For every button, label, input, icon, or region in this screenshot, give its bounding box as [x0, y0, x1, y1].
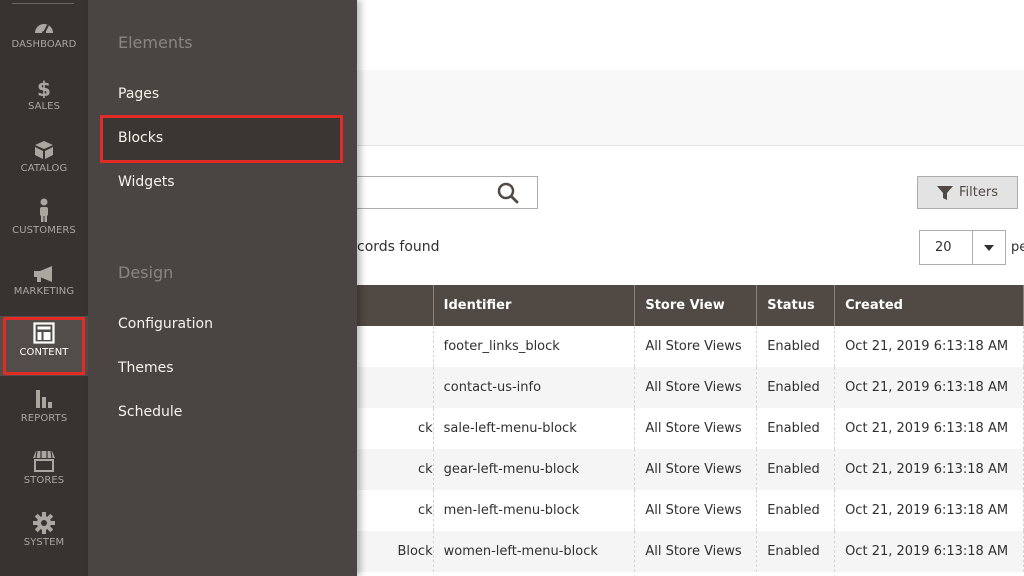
cell-store-view: All Store Views	[634, 531, 758, 572]
cell-created: Oct 21, 2019 6:13:18 AM	[834, 326, 1024, 367]
search-icon[interactable]	[494, 180, 522, 206]
column-header-identifier[interactable]: Identifier	[432, 285, 636, 326]
cell-title	[355, 367, 434, 408]
cell-store-view: All Store Views	[634, 408, 758, 449]
nav-label: DASHBOARD	[11, 39, 77, 50]
nav-label: CATALOG	[20, 163, 68, 174]
nav-item-dashboard[interactable]: DASHBOARD	[0, 18, 88, 74]
cell-status: Enabled	[756, 531, 836, 572]
cell-status: Enabled	[756, 326, 836, 367]
cell-identifier: sale-left-menu-block	[432, 408, 636, 449]
table-row[interactable]: Block women-left-menu-block All Store Vi…	[355, 531, 1024, 572]
cell-status: Enabled	[756, 367, 836, 408]
cell-identifier: contact-us-info	[432, 367, 636, 408]
nav-label: CUSTOMERS	[12, 225, 76, 236]
nav-label: SYSTEM	[23, 537, 65, 548]
filters-button[interactable]: Filters	[917, 176, 1018, 209]
submenu-item-themes[interactable]: Themes	[118, 360, 174, 376]
content-submenu: Elements Pages Blocks Widgets Design Con…	[88, 0, 357, 576]
megaphone-icon	[34, 266, 52, 282]
cell-title: ck	[355, 408, 434, 449]
nav-item-marketing[interactable]: MARKETING	[0, 265, 88, 321]
submenu-item-pages[interactable]: Pages	[118, 86, 159, 102]
per-page-label: pe	[1011, 240, 1024, 255]
nav-label: STORES	[23, 475, 65, 486]
per-page-select[interactable]: 20	[919, 230, 1006, 265]
cell-store-view: All Store Views	[634, 449, 758, 490]
page-header	[357, 0, 1024, 71]
cell-title: ck	[355, 449, 434, 490]
cell-title: Block	[355, 531, 434, 572]
storefront-icon	[33, 450, 55, 472]
funnel-icon	[937, 185, 954, 200]
nav-item-reports[interactable]: REPORTS	[0, 388, 88, 444]
column-header-store-view[interactable]: Store View	[634, 285, 758, 326]
nav-item-catalog[interactable]: CATALOG	[0, 140, 88, 196]
submenu-section-title: Elements	[118, 33, 193, 52]
cell-status: Enabled	[756, 408, 836, 449]
per-page-value: 20	[935, 240, 952, 255]
cell-identifier: footer_links_block	[432, 326, 636, 367]
grid-header-row: Identifier Store View Status Created	[355, 285, 1024, 326]
cell-created: Oct 21, 2019 6:13:18 AM	[834, 367, 1024, 408]
nav-label: REPORTS	[20, 413, 68, 424]
dashboard-icon	[35, 24, 53, 35]
cell-store-view: All Store Views	[634, 490, 758, 531]
filters-label: Filters	[959, 185, 998, 200]
submenu-item-widgets[interactable]: Widgets	[118, 174, 175, 190]
search-input[interactable]	[341, 177, 507, 208]
table-row[interactable]: ck gear-left-menu-block All Store Views …	[355, 449, 1024, 490]
column-header-title[interactable]	[355, 285, 434, 326]
table-row[interactable]: ck men-left-menu-block All Store Views E…	[355, 490, 1024, 531]
cell-created: Oct 21, 2019 6:13:18 AM	[834, 449, 1024, 490]
cell-identifier: gear-left-menu-block	[432, 449, 636, 490]
highlight-box	[3, 317, 85, 375]
bar-chart-icon	[36, 390, 52, 408]
nav-label: SALES	[27, 101, 61, 112]
table-row[interactable]: footer_links_block All Store Views Enabl…	[355, 326, 1024, 367]
svg-text:$: $	[37, 78, 51, 98]
column-header-created[interactable]: Created	[834, 285, 1024, 326]
nav-item-content[interactable]: CONTENT	[0, 316, 88, 376]
sidebar-divider	[12, 3, 74, 4]
cell-title: ck	[355, 490, 434, 531]
nav-item-customers[interactable]: CUSTOMERS	[0, 198, 88, 254]
records-found-text: cords found	[357, 239, 440, 255]
dollar-icon: $	[37, 78, 51, 98]
submenu-section-title: Design	[118, 263, 174, 282]
blocks-grid: Identifier Store View Status Created foo…	[355, 285, 1024, 572]
nav-item-system[interactable]: SYSTEM	[0, 512, 88, 568]
submenu-item-configuration[interactable]: Configuration	[118, 316, 213, 332]
cell-identifier: men-left-menu-block	[432, 490, 636, 531]
submenu-item-blocks[interactable]: Blocks	[118, 130, 163, 146]
chevron-down-icon	[984, 245, 994, 251]
column-header-status[interactable]: Status	[756, 285, 836, 326]
nav-item-sales[interactable]: $ SALES	[0, 78, 88, 134]
cell-created: Oct 21, 2019 6:13:18 AM	[834, 490, 1024, 531]
submenu-item-schedule[interactable]: Schedule	[118, 404, 182, 420]
cell-store-view: All Store Views	[634, 367, 758, 408]
person-icon	[40, 198, 48, 222]
cell-created: Oct 21, 2019 6:13:18 AM	[834, 408, 1024, 449]
page-actions-bar	[357, 70, 1024, 146]
nav-item-stores[interactable]: STORES	[0, 450, 88, 506]
cell-status: Enabled	[756, 490, 836, 531]
cell-created: Oct 21, 2019 6:13:18 AM	[834, 531, 1024, 572]
cell-store-view: All Store Views	[634, 326, 758, 367]
nav-label: MARKETING	[13, 286, 75, 297]
gear-icon	[33, 512, 55, 534]
box-icon	[35, 141, 53, 159]
cell-title	[355, 326, 434, 367]
table-row[interactable]: contact-us-info All Store Views Enabled …	[355, 367, 1024, 408]
cell-status: Enabled	[756, 449, 836, 490]
admin-sidebar: DASHBOARD $ SALES CATALOG CUSTOMERS MARK…	[0, 0, 88, 576]
table-row[interactable]: ck sale-left-menu-block All Store Views …	[355, 408, 1024, 449]
cell-identifier: women-left-menu-block	[432, 531, 636, 572]
per-page-dropdown-button[interactable]	[972, 231, 1005, 264]
